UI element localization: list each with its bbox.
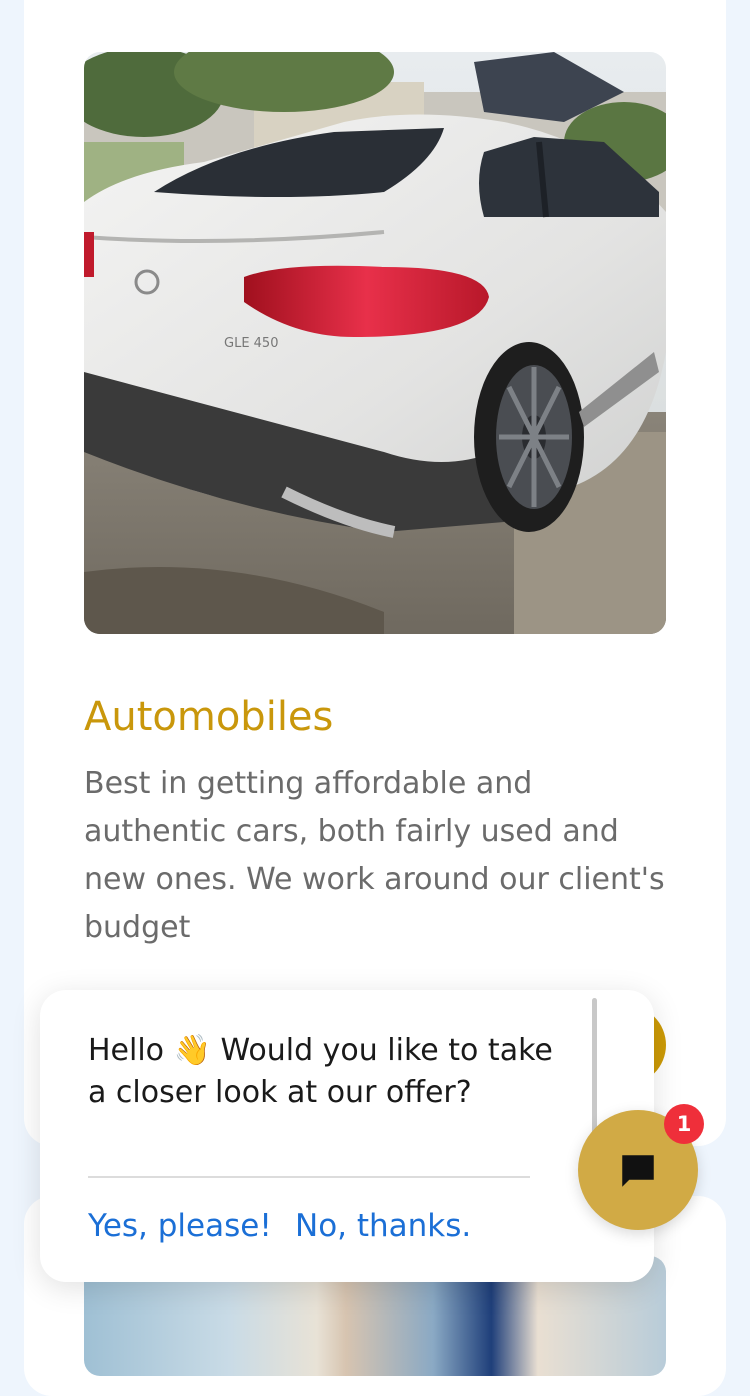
automobile-photo: GLE 450 bbox=[84, 52, 666, 634]
chat-bubble-icon bbox=[617, 1150, 659, 1196]
no-thanks-button[interactable]: No, thanks. bbox=[295, 1208, 471, 1244]
popup-divider bbox=[88, 1176, 530, 1178]
unread-badge: 1 bbox=[664, 1104, 704, 1144]
service-description: Best in getting affordable and authentic… bbox=[84, 766, 665, 945]
greeting-message: Hello 👋 Would you like to take a closer … bbox=[88, 1033, 553, 1110]
chat-greeting-popup: Hello 👋 Would you like to take a closer … bbox=[40, 990, 654, 1282]
yes-please-button[interactable]: Yes, please! bbox=[88, 1208, 272, 1244]
service-title: Automobiles bbox=[84, 694, 334, 740]
svg-text:GLE 450: GLE 450 bbox=[224, 336, 278, 351]
